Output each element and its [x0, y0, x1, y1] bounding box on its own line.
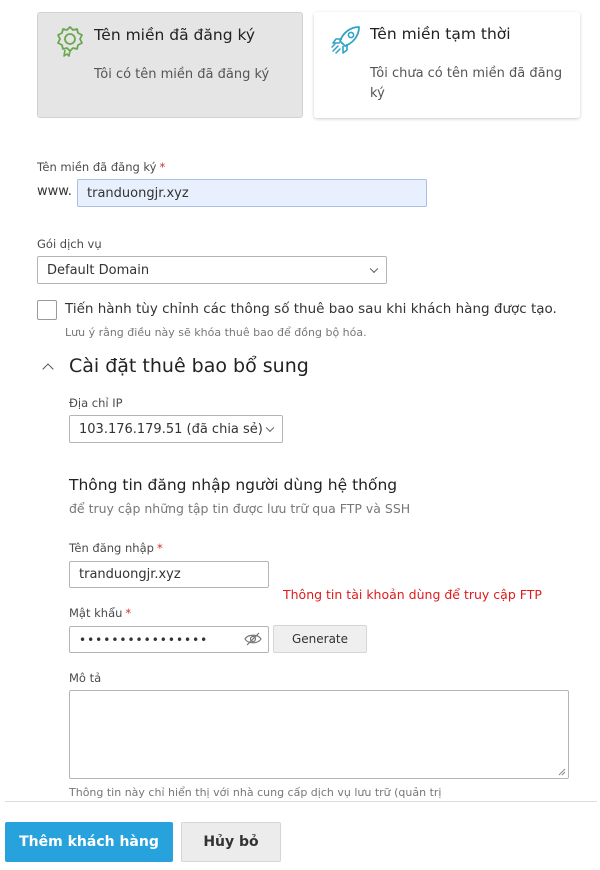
- username-input[interactable]: tranduongjr.xyz: [69, 561, 269, 588]
- cancel-button[interactable]: Hủy bỏ: [181, 822, 281, 862]
- domain-name-label: Tên miền đã đăng ký *: [37, 160, 165, 174]
- ip-address-select[interactable]: 103.176.179.51 (đã chia sẻ): [69, 415, 283, 443]
- temporary-domain-card[interactable]: Tên miền tạm thời Tôi chưa có tên miền đ…: [314, 12, 580, 118]
- award-badge-icon: [57, 26, 83, 57]
- rocket-icon: [331, 26, 360, 54]
- username-label-text: Tên đăng nhập: [69, 541, 154, 555]
- footer-divider: [5, 801, 597, 802]
- password-label-text: Mật khẩu: [69, 606, 123, 620]
- generate-password-button[interactable]: Generate: [273, 625, 367, 653]
- ip-address-value: 103.176.179.51 (đã chia sẻ): [79, 421, 263, 437]
- temporary-domain-description: Tôi chưa có tên miền đã đăng ký: [370, 66, 563, 101]
- login-section-subtitle: để truy cập những tập tin được lưu trữ q…: [69, 501, 411, 516]
- chevron-down-icon: [265, 423, 275, 433]
- customize-subscription-checkbox[interactable]: [37, 300, 57, 320]
- required-mark: *: [125, 606, 132, 620]
- description-hint: Thông tin này chỉ hiển thị với nhà cung …: [69, 786, 442, 799]
- customize-subscription-label[interactable]: Tiến hành tùy chỉnh các thông số thuê ba…: [65, 301, 557, 317]
- required-mark: *: [156, 541, 163, 555]
- add-customer-button[interactable]: Thêm khách hàng: [5, 822, 173, 862]
- registered-domain-card[interactable]: Tên miền đã đăng ký Tôi có tên miền đã đ…: [37, 12, 303, 118]
- resize-grip-icon[interactable]: [557, 767, 566, 776]
- password-input[interactable]: ••••••••••••••••: [69, 626, 269, 653]
- domain-name-label-text: Tên miền đã đăng ký: [37, 160, 157, 174]
- chevron-up-icon[interactable]: [42, 363, 54, 375]
- registered-domain-description: Tôi có tên miền đã đăng ký: [94, 67, 270, 82]
- service-plan-select[interactable]: Default Domain: [37, 256, 387, 284]
- service-plan-label: Gói dịch vụ: [37, 237, 102, 251]
- username-label: Tên đăng nhập *: [69, 541, 163, 555]
- customize-subscription-hint: Lưu ý rằng điều này sẽ khóa thuê bao để …: [65, 326, 367, 339]
- description-textarea[interactable]: [69, 690, 569, 779]
- ip-address-label: Địa chỉ IP: [69, 396, 123, 410]
- temporary-domain-title: Tên miền tạm thời: [370, 25, 511, 43]
- domain-name-input[interactable]: tranduongjr.xyz: [77, 179, 427, 207]
- registered-domain-title: Tên miền đã đăng ký: [94, 26, 256, 44]
- chevron-down-icon: [369, 264, 379, 274]
- password-value: ••••••••••••••••: [79, 632, 209, 647]
- service-plan-value: Default Domain: [47, 262, 150, 278]
- description-label: Mô tả: [69, 671, 102, 685]
- additional-settings-title[interactable]: Cài đặt thuê bao bổ sung: [69, 355, 309, 377]
- ftp-annotation: Thông tin tài khoản dùng để truy cập FTP: [283, 587, 542, 602]
- password-label: Mật khẩu *: [69, 606, 131, 620]
- login-section-title: Thông tin đăng nhập người dùng hệ thống: [69, 476, 398, 494]
- www-prefix: www.: [37, 184, 72, 199]
- required-mark: *: [159, 160, 166, 174]
- eye-off-icon[interactable]: [244, 632, 262, 646]
